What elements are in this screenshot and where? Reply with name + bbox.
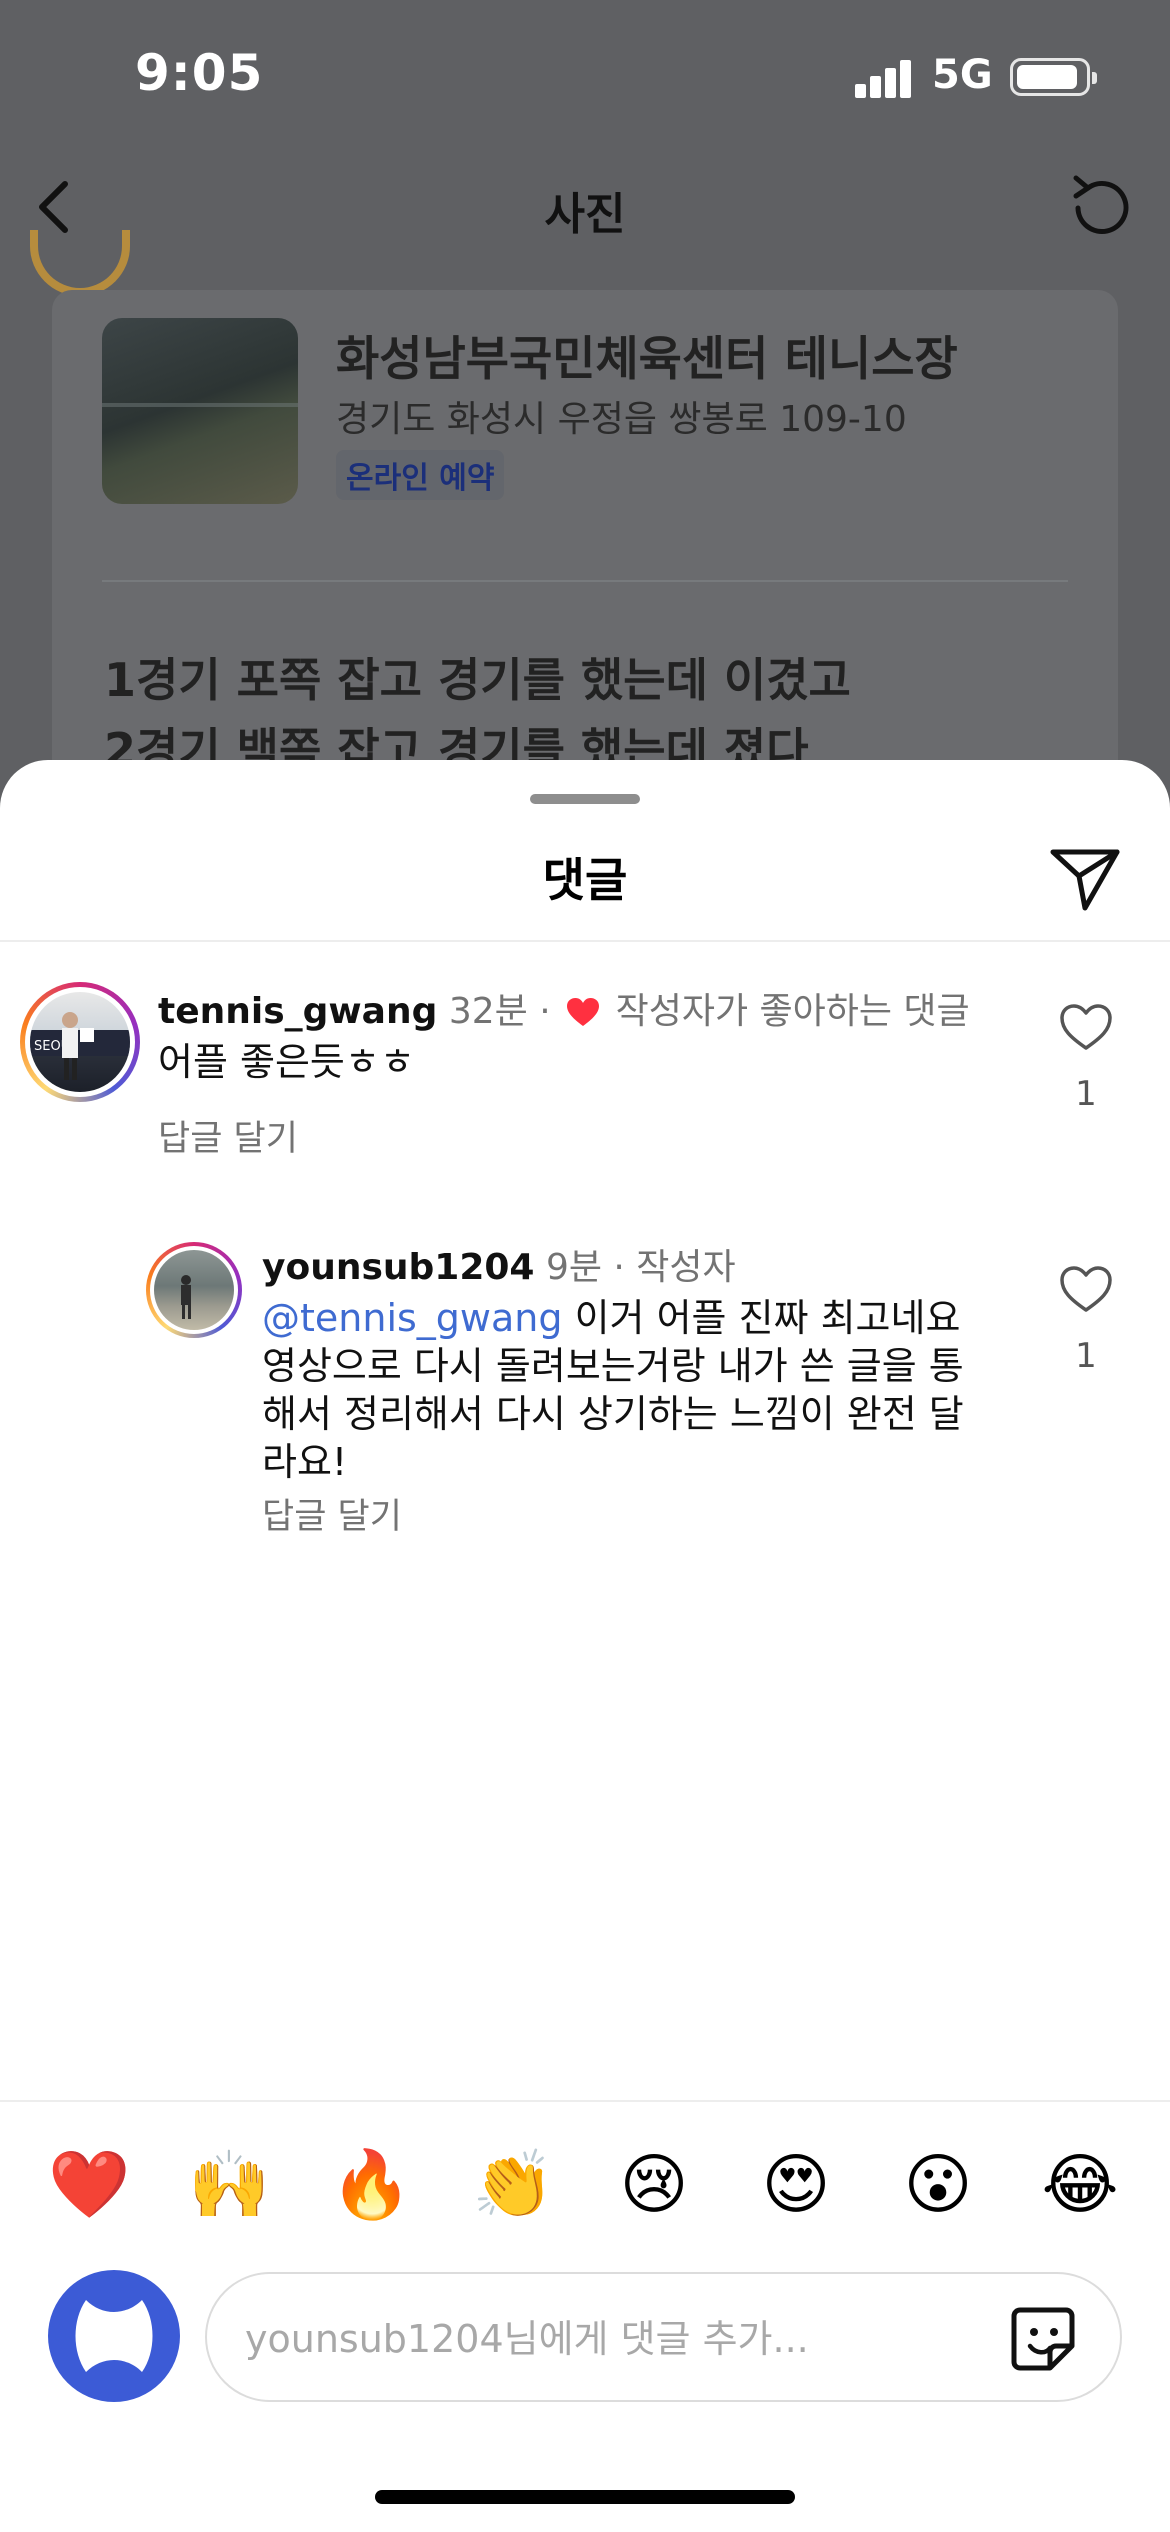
comment-composer — [205, 2272, 1122, 2402]
comment-text: 해서 정리해서 다시 상기하는 느낌이 완전 달 — [262, 1392, 964, 1436]
comment-username[interactable]: younsub1204 — [262, 1247, 534, 1288]
reservation-badge: 온라인 예약 — [336, 450, 505, 500]
my-avatar — [48, 2270, 180, 2402]
emoji-clapping[interactable]: 👏 — [472, 2145, 554, 2225]
avatar[interactable]: SEOU — [20, 982, 140, 1102]
divider — [0, 2100, 1170, 2102]
emoji-raising-hands[interactable]: 🙌 — [188, 2145, 270, 2225]
comment-input[interactable] — [245, 2304, 945, 2374]
like-button[interactable]: 1 — [1056, 1264, 1116, 1376]
heart-filled-icon — [567, 998, 600, 1026]
status-time: 9:05 — [135, 44, 264, 102]
author-tag: · 작성자 — [613, 1247, 736, 1288]
send-icon[interactable] — [1045, 838, 1125, 918]
avatar[interactable] — [146, 1242, 242, 1338]
comment-item: younsub1204 9분 · 작성자 @tennis_gwang 이거 어플… — [0, 1238, 1170, 1538]
emoji-heart[interactable]: ❤️ — [48, 2145, 130, 2225]
status-bar: 9:05 5G — [0, 0, 1170, 150]
comment-username[interactable]: tennis_gwang — [158, 991, 437, 1032]
comment-text: 영상으로 다시 돌려보는거랑 내가 쓴 글을 통 — [262, 1344, 964, 1388]
author-avatar — [30, 230, 130, 296]
refresh-icon[interactable] — [1064, 170, 1140, 246]
comment-body: 어플 좋은듯ㅎㅎ — [158, 1040, 415, 1084]
home-indicator — [375, 2490, 795, 2504]
divider — [102, 580, 1068, 582]
meta-separator: · — [539, 991, 551, 1032]
divider — [0, 940, 1170, 942]
background-page: 9:05 5G 사진 화성남부국민체육센터 테니스장 경기도 화성시 우정읍 쌍… — [0, 0, 1170, 810]
comment-meta: younsub1204 9분 · 작성자 — [262, 1238, 736, 1290]
emoji-heart-eyes[interactable]: 😍 — [756, 2145, 836, 2225]
comment-item: SEOU tennis_gwang 32분 · 작성자가 좋아하는 댓글 어플 … — [0, 980, 1170, 1180]
heart-outline-icon[interactable] — [1059, 1002, 1113, 1052]
comment-time: 32분 — [448, 991, 528, 1032]
emoji-crying[interactable]: 😢 — [614, 2145, 694, 2225]
comment-time: 9분 — [545, 1247, 602, 1288]
comment-meta: tennis_gwang 32분 · 작성자가 좋아하는 댓글 — [158, 982, 970, 1034]
place-thumbnail — [102, 318, 298, 504]
battery-icon — [1010, 58, 1097, 96]
post-text-line: 1경기 포쪽 잡고 경기를 했는데 이겼고 — [104, 653, 851, 707]
sticker-icon[interactable] — [1006, 2302, 1080, 2376]
quick-emoji-bar: ❤️ 🙌 🔥 👏 😢 😍 😮 😂 — [0, 2145, 1170, 2245]
reply-button[interactable]: 답글 달기 — [262, 1488, 402, 1539]
comment-body: @tennis_gwang 이거 어플 진짜 최고네요 영상으로 다시 돌려보는… — [262, 1294, 1002, 1486]
heart-outline-icon[interactable] — [1059, 1264, 1113, 1314]
emoji-laughing[interactable]: 😂 — [1040, 2145, 1120, 2225]
page-title: 사진 — [544, 189, 626, 240]
like-button[interactable]: 1 — [1056, 1002, 1116, 1114]
liked-by-author-label: 작성자가 좋아하는 댓글 — [615, 991, 970, 1032]
place-card: 화성남부국민체육센터 테니스장 경기도 화성시 우정읍 쌍봉로 109-10 온… — [52, 290, 1118, 810]
signal-icon — [855, 58, 915, 98]
comments-sheet: 댓글 SEOU tennis_gwang 32분 · 작성자가 좋아하는 댓글 … — [0, 760, 1170, 2532]
sheet-grabber[interactable] — [530, 794, 640, 804]
place-name: 화성남부국민체육센터 테니스장 — [336, 332, 958, 387]
place-address: 경기도 화성시 우정읍 쌍봉로 109-10 — [336, 399, 907, 440]
comment-text: 라요! — [262, 1440, 348, 1484]
sheet-title: 댓글 — [542, 853, 628, 907]
mention-link[interactable]: @tennis_gwang — [262, 1296, 563, 1340]
emoji-surprised[interactable]: 😮 — [898, 2145, 978, 2225]
comment-text: 이거 어플 진짜 최고네요 — [562, 1296, 961, 1340]
network-type: 5G — [932, 52, 993, 98]
like-count: 1 — [1075, 1336, 1097, 1376]
like-count: 1 — [1075, 1074, 1097, 1114]
reply-button[interactable]: 답글 달기 — [158, 1110, 298, 1161]
nav-bar: 사진 — [0, 150, 1170, 265]
emoji-fire[interactable]: 🔥 — [330, 2145, 412, 2225]
